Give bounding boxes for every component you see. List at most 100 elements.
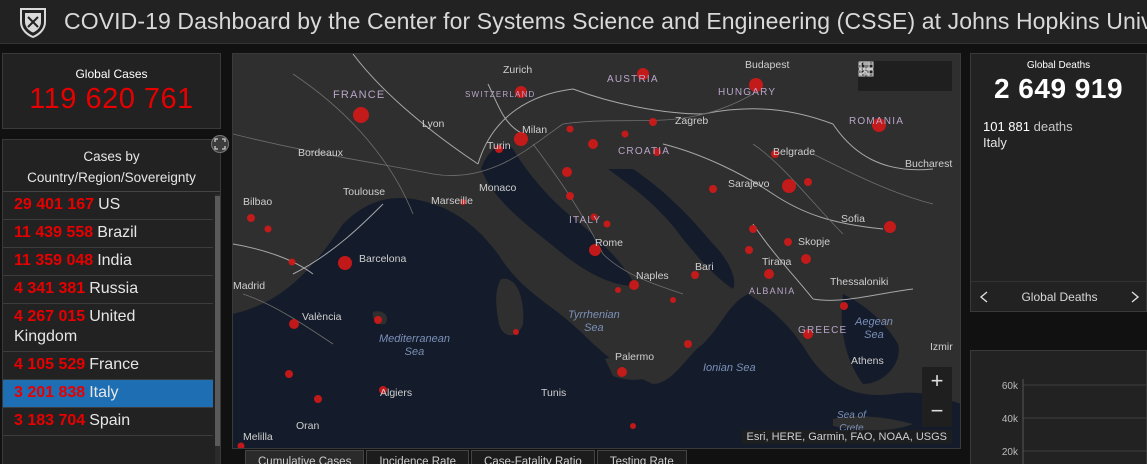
map-city-sarajevo: Sarajevo (728, 178, 770, 190)
case-count: 4 267 015 (14, 308, 86, 325)
tab-testing-rate[interactable]: Testing Rate (596, 450, 687, 464)
map-label-switzerland: SWITZERLAND (465, 90, 536, 99)
map-city-melilla: Melilla (243, 431, 273, 443)
map-sea-aegean: Aegean Sea (855, 316, 893, 342)
map-city-bari: Bari (695, 261, 714, 273)
daily-cases-chart: 60k 40k 20k (1002, 379, 1147, 464)
sea-label-line: Sea (404, 346, 425, 358)
map-city-palermo: Palermo (615, 351, 655, 363)
map-label-hungary: HUNGARY (718, 87, 777, 98)
global-cases-panel: Global Cases 119 620 761 (2, 53, 221, 129)
map-city-belgrade: Belgrade (773, 146, 816, 158)
case-count: 4 341 381 (14, 280, 86, 297)
basemap-gallery-icon[interactable] (858, 61, 874, 77)
expand-icon[interactable] (211, 135, 229, 153)
country-row-italy[interactable]: 3 201 838 Italy (3, 380, 213, 408)
basemap (233, 54, 960, 448)
map-city-athens: Athens (851, 355, 884, 367)
map-label-austria: AUSTRIA (607, 74, 659, 85)
map-city-toulouse: Toulouse (343, 186, 386, 198)
daily-cases-chart-panel: 60k 40k 20k (970, 350, 1147, 464)
sea-label-line: Sea (864, 329, 884, 341)
map-label-italy: ITALY (569, 215, 602, 226)
case-count: 4 105 529 (14, 356, 86, 373)
map-city-lyon: Lyon (422, 118, 445, 130)
map-city-naples: Naples (636, 270, 669, 282)
global-cases-label: Global Cases (75, 67, 148, 81)
country-name: Italy (89, 384, 119, 401)
country-row-brazil[interactable]: 11 439 558 Brazil (3, 220, 213, 248)
case-count: 11 359 048 (14, 252, 94, 269)
map-city-oran: Oran (296, 420, 320, 432)
country-name: France (89, 356, 139, 373)
country-row-spain[interactable]: 3 183 704 Spain (3, 408, 213, 436)
map-city-bilbao: Bilbao (243, 196, 273, 208)
map-label-greece: GREECE (798, 325, 848, 336)
heading-line-2: Country/Region/Sovereignty (27, 170, 196, 185)
map-city-algiers: Algiers (380, 387, 413, 399)
country-list-scroll-thumb[interactable] (215, 196, 220, 446)
chevron-right-icon[interactable] (1130, 290, 1140, 303)
map-city-rome: Rome (595, 237, 624, 249)
sea-label-line: Mediterranean (379, 333, 450, 345)
map-city-zurich: Zurich (503, 64, 533, 76)
tab-case-fatality-ratio[interactable]: Case-Fatality Ratio (471, 450, 595, 464)
y-tick-20k: 20k (1002, 447, 1019, 458)
y-tick-40k: 40k (1002, 414, 1019, 425)
map-city-zagreb: Zagreb (675, 115, 709, 127)
sea-label-line: Sea (584, 322, 604, 334)
map-city-thessaloniki: Thessaloniki (830, 276, 889, 288)
map-city-budapest: Budapest (745, 59, 790, 71)
cases-by-country-panel: Cases by Country/Region/Sovereignty 29 4… (2, 139, 221, 464)
selected-deaths-country: Italy (983, 135, 1007, 150)
sea-label-line: Sea of (837, 410, 866, 421)
country-name: India (97, 252, 132, 269)
y-tick-60k: 60k (1002, 381, 1019, 392)
map-view[interactable]: FRANCE SWITZERLAND AUSTRIA HUNGARY ROMAN… (232, 53, 961, 449)
jhu-shield-logo-icon[interactable] (16, 5, 50, 39)
country-row-india[interactable]: 11 359 048 India (3, 248, 213, 276)
map-city-milan: Milan (522, 124, 548, 136)
map-sea-mediterranean: Mediterranean Sea (379, 333, 450, 359)
zoom-in-button[interactable]: + (922, 367, 952, 397)
map-sea-ionian: Ionian Sea (703, 362, 756, 374)
case-count: 3 201 838 (14, 384, 86, 401)
map-city-marseille: Marseille (431, 195, 474, 207)
map-label-france: FRANCE (333, 89, 386, 101)
map-city-bordeaux: Bordeaux (298, 147, 343, 159)
header-bar: COVID-19 Dashboard by the Center for Sys… (0, 0, 1147, 44)
zoom-out-button[interactable]: − (922, 397, 952, 427)
country-row-united-kingdom[interactable]: 4 267 015 United Kingdom (3, 304, 213, 352)
cases-by-country-heading: Cases by Country/Region/Sovereignty (3, 140, 220, 192)
case-count: 11 439 558 (14, 224, 94, 241)
case-count: 3 183 704 (14, 412, 86, 429)
global-deaths-value: 2 649 919 (993, 73, 1124, 104)
country-name: Russia (89, 280, 139, 297)
map-city-bucharest: Bucharest (905, 158, 953, 170)
country-name: Spain (89, 412, 131, 429)
tab-incidence-rate[interactable]: Incidence Rate (366, 450, 470, 464)
map-city-madrid: Madrid (233, 280, 266, 292)
country-row-russia[interactable]: 4 341 381 Russia (3, 276, 213, 304)
map-attribution: Esri, HERE, Garmin, FAO, NOAA, USGS (741, 430, 952, 444)
chevron-left-icon[interactable] (979, 290, 989, 303)
map-city-izmir: Izmir (930, 341, 953, 353)
heading-line-1: Cases by (83, 149, 140, 164)
deaths-nav-label: Global Deaths (1021, 289, 1098, 304)
case-count: 29 401 167 (14, 196, 95, 213)
tab-cumulative-cases[interactable]: Cumulative Cases (245, 450, 365, 464)
country-list: 29 401 167 US 11 439 558 Brazil 11 359 048… (3, 192, 213, 436)
country-name: Brazil (97, 224, 138, 241)
global-deaths-label: Global Deaths (1026, 60, 1091, 71)
map-city-barcelona: Barcelona (359, 253, 407, 265)
global-deaths-panel: Global Deaths 2 649 919 101 881 deaths I… (970, 53, 1147, 312)
map-view-tabs: Cumulative Cases Incidence Rate Case-Fat… (245, 450, 689, 464)
page-title: COVID-19 Dashboard by the Center for Sys… (64, 8, 1147, 34)
country-row-us[interactable]: 29 401 167 US (3, 192, 213, 220)
selected-deaths: 101 881 deaths (983, 119, 1146, 134)
selected-deaths-count: 101 881 (983, 119, 1030, 134)
global-cases-value: 119 620 761 (29, 83, 194, 115)
country-row-france[interactable]: 4 105 529 France (3, 352, 213, 380)
map-city-tunis: Tunis (541, 387, 567, 399)
map-city-tirana: Tirana (762, 256, 792, 268)
